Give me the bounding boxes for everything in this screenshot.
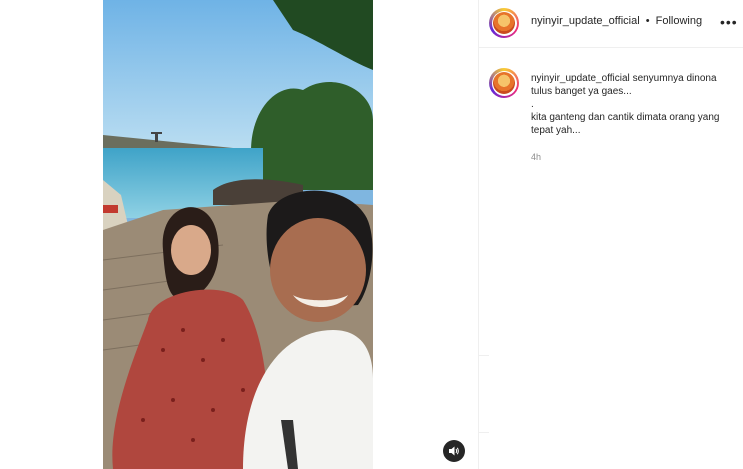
avatar[interactable] bbox=[489, 8, 519, 38]
video-side-spacer bbox=[373, 0, 478, 469]
post-video[interactable] bbox=[103, 0, 373, 469]
header-user-line: nyinyir_update_official • Following bbox=[531, 15, 702, 27]
caption-avatar[interactable] bbox=[489, 68, 519, 98]
more-options-icon[interactable]: ••• bbox=[720, 15, 738, 29]
post-side-panel: nyinyir_update_official • Following ••• … bbox=[479, 0, 743, 469]
edge-divider bbox=[479, 432, 489, 433]
post-caption: nyinyir_update_official senyumnya dinona… bbox=[531, 72, 731, 137]
post-header: nyinyir_update_official • Following ••• bbox=[479, 0, 743, 48]
caption-username-link[interactable]: nyinyir_update_official bbox=[531, 73, 630, 84]
media-area bbox=[0, 0, 478, 469]
following-button[interactable]: Following bbox=[656, 15, 702, 27]
avatar-ring-inner bbox=[491, 10, 517, 36]
video-frame bbox=[103, 0, 373, 469]
avatar-ring-inner bbox=[491, 70, 517, 96]
post-timestamp[interactable]: 4h bbox=[531, 152, 541, 162]
edge-divider bbox=[479, 355, 489, 356]
avatar-image bbox=[493, 12, 515, 34]
username-link[interactable]: nyinyir_update_official bbox=[531, 15, 640, 27]
separator-dot: • bbox=[645, 15, 650, 27]
avatar-image bbox=[493, 72, 515, 94]
speaker-icon bbox=[449, 446, 459, 456]
sound-toggle-button[interactable] bbox=[443, 440, 465, 462]
